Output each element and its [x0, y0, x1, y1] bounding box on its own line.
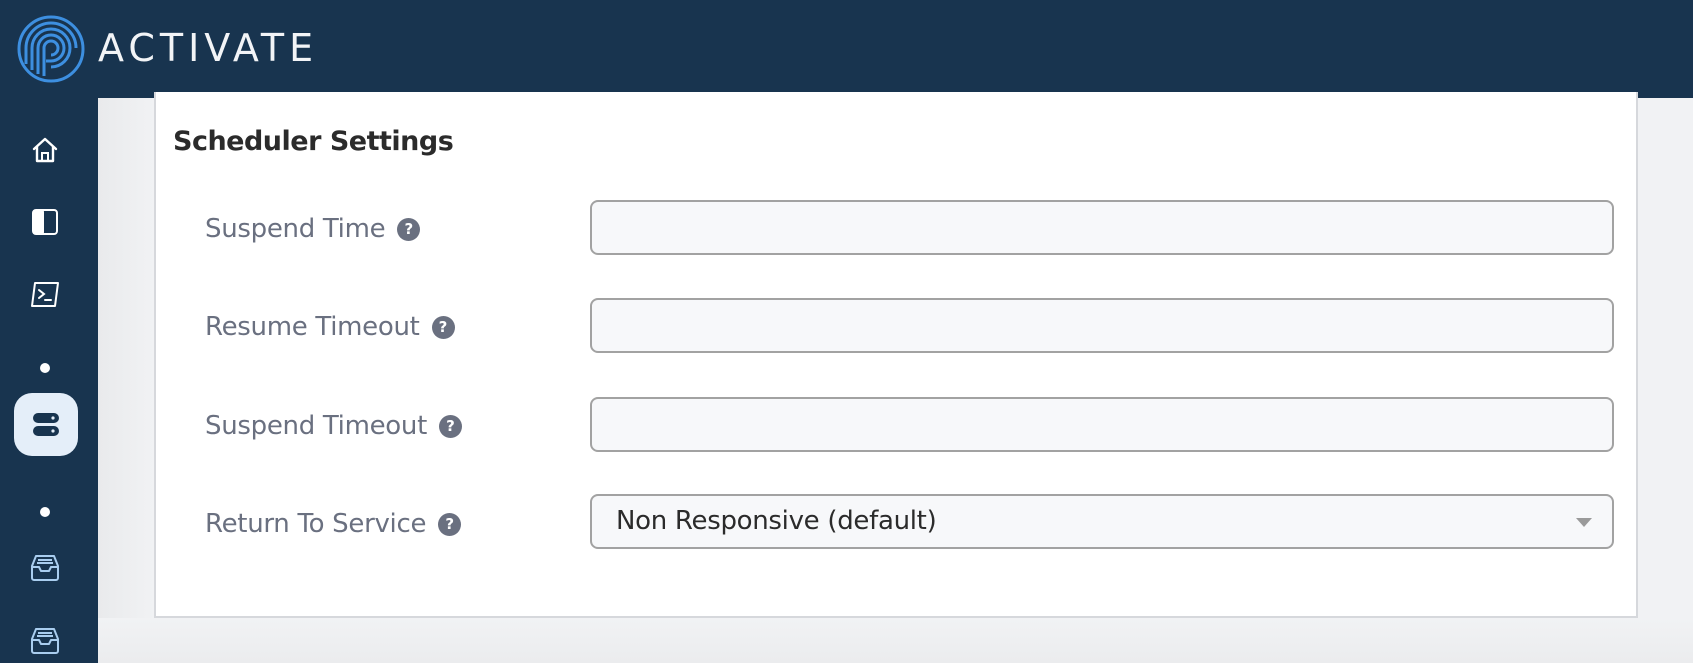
field-label-text: Suspend Timeout: [205, 411, 427, 441]
nav-separator-dot: [40, 507, 50, 517]
suspend-timeout-field[interactable]: [590, 397, 1614, 452]
resume-timeout-label: Resume Timeout ?: [205, 310, 455, 344]
help-icon[interactable]: ?: [397, 217, 421, 241]
suspend-time-field[interactable]: [590, 200, 1614, 255]
sidebar-item-servers[interactable]: [14, 393, 78, 456]
help-icon[interactable]: ?: [439, 414, 462, 438]
suspend-time-label: Suspend Time ?: [205, 212, 421, 246]
resume-timeout-field[interactable]: [590, 298, 1614, 353]
terminal-icon: [31, 282, 59, 307]
activate-logo-icon[interactable]: [16, 14, 86, 84]
scheduler-settings-card: Scheduler Settings Suspend Time ? Resume…: [154, 92, 1638, 618]
help-icon[interactable]: ?: [438, 512, 462, 536]
suspend-timeout-label: Suspend Timeout ?: [205, 409, 462, 443]
return-to-service-select[interactable]: Non Responsive (default): [590, 494, 1614, 549]
content-gutter: [98, 98, 155, 663]
chevron-down-icon: [1576, 518, 1592, 527]
brand-name: ACTIVATE: [98, 26, 319, 70]
field-label-text: Return To Service: [205, 509, 427, 539]
server-icon: [33, 412, 59, 436]
sidebar-panel-icon: [32, 209, 58, 235]
sidebar-nav: [0, 98, 98, 663]
content-gutter-right: [1636, 98, 1693, 618]
section-title: Scheduler Settings: [173, 126, 454, 157]
field-label-text: Resume Timeout: [205, 312, 420, 342]
top-header: ACTIVATE: [0, 0, 1693, 98]
inbox-tray-icon: [31, 628, 59, 654]
sidebar-item-terminal[interactable]: [29, 278, 61, 310]
suspend-time-input[interactable]: [592, 202, 1612, 253]
home-icon: [32, 137, 58, 163]
resume-timeout-input[interactable]: [592, 300, 1612, 351]
return-to-service-label: Return To Service ?: [205, 507, 462, 541]
sidebar-item-panel-toggle[interactable]: [29, 206, 61, 238]
help-icon[interactable]: ?: [431, 315, 455, 339]
select-current-value: Non Responsive (default): [616, 506, 937, 536]
field-label-text: Suspend Time: [205, 214, 386, 244]
inbox-tray-icon: [31, 555, 59, 581]
suspend-timeout-input[interactable]: [592, 399, 1612, 450]
sidebar-item-storage-1[interactable]: [29, 552, 61, 584]
sidebar-item-storage-2[interactable]: [29, 625, 61, 657]
nav-separator-dot: [40, 363, 50, 373]
page-background: [98, 618, 1693, 663]
sidebar-item-home[interactable]: [29, 134, 61, 166]
